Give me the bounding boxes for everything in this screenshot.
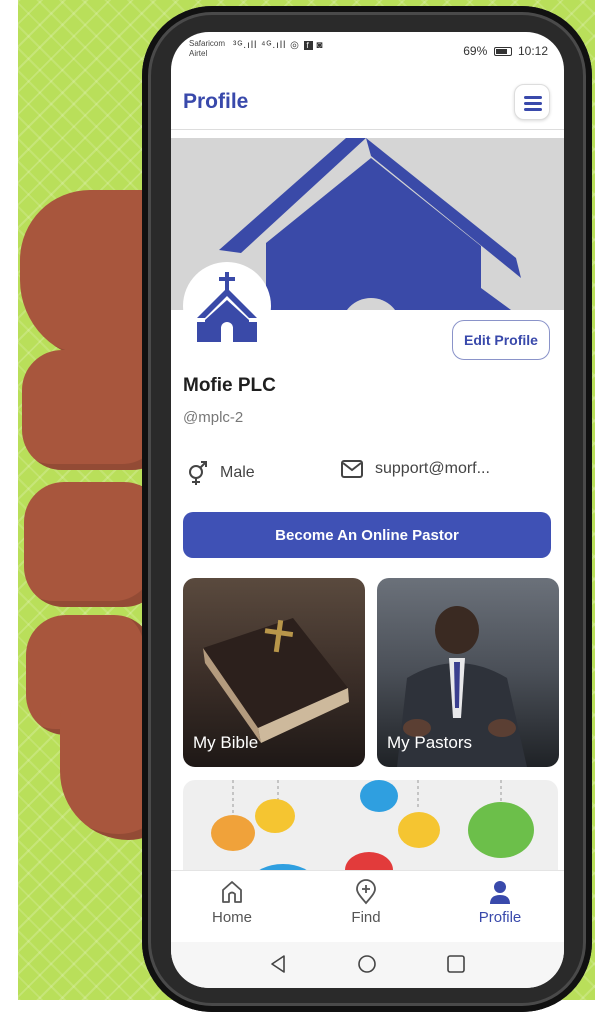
tab-label: Profile [478,909,522,926]
avatar[interactable] [183,262,271,350]
home-icon [187,879,277,905]
my-pastors-card[interactable]: My Pastors [377,578,559,767]
tab-find[interactable]: Find [321,879,411,926]
tab-home[interactable]: Home [187,879,277,926]
status-bar: Safaricom Airtel ³ᴳ.ıll ⁴ᴳ.ıll ◎ f ◙ 69%… [171,32,564,72]
gender-value: Male [220,464,255,481]
menu-button[interactable] [514,84,550,120]
person-icon [455,879,545,905]
card-label: My Bible [193,733,259,752]
bottom-tab-bar: Home Find Profile [171,870,564,942]
battery-icon [493,47,512,56]
chat-bubbles-image [211,780,534,880]
email-value: support@morf... [375,460,490,477]
carrier-1: Safaricom [189,39,226,48]
profile-name: Mofie PLC [183,375,276,396]
tab-label: Home [211,909,252,926]
menu-icon [524,96,542,99]
instagram-icon: ◙ [316,40,324,51]
menu-icon [524,102,542,105]
facebook-icon: f [303,41,313,50]
mail-icon [341,460,363,478]
back-icon[interactable] [266,952,290,976]
profile-handle: @mplc-2 [183,409,244,426]
email-info: support@morf... [341,460,490,478]
system-nav-bar [171,942,564,988]
app-header: Profile [171,72,564,130]
home-circle-icon[interactable] [355,952,379,976]
recents-icon[interactable] [444,952,468,976]
status-right: 69% 10:12 [463,44,548,58]
tab-profile[interactable]: Profile [455,879,545,926]
carrier-2: Airtel [189,49,208,58]
menu-icon [524,108,542,111]
carrier-labels: Safaricom Airtel [189,39,225,59]
gender-icon [186,460,208,486]
phone-screen: Safaricom Airtel ³ᴳ.ıll ⁴ᴳ.ıll ◎ f ◙ 69%… [171,32,564,988]
chat-bubbles-card[interactable] [183,780,558,880]
church-icon [197,272,257,342]
become-online-pastor-button[interactable]: Become An Online Pastor [183,512,551,558]
clock: 10:12 [517,44,548,58]
hotspot-icon: ◎ [290,40,304,51]
my-bible-card[interactable]: My Bible [183,578,365,767]
signal-icons: ³ᴳ.ıll ⁴ᴳ.ıll ◎ f ◙ [233,40,323,51]
signal-icon: ³ᴳ.ıll ⁴ᴳ.ıll [233,40,287,51]
page-title: Profile [183,90,249,113]
tab-label: Find [351,909,381,926]
card-label: My Pastors [387,733,473,752]
battery-percent: 69% [463,44,488,58]
gender-info: Male [186,460,255,486]
edit-profile-button[interactable]: Edit Profile [452,320,550,360]
location-plus-icon [321,879,411,905]
